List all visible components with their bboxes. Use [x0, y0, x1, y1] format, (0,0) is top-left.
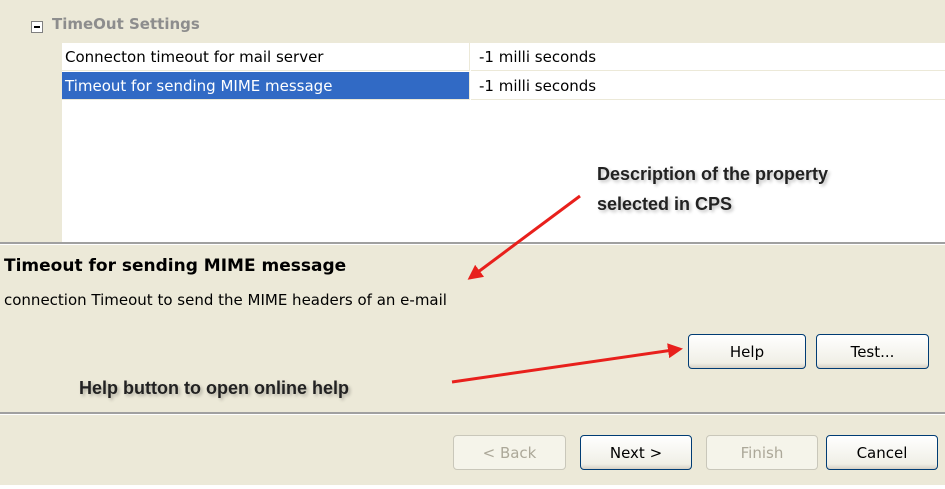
help-callout: Help button to open online help	[79, 378, 349, 398]
next-button[interactable]: Next >	[580, 435, 692, 470]
help-button[interactable]: Help	[688, 334, 806, 369]
back-button[interactable]: < Back	[453, 435, 566, 470]
collapse-icon[interactable]	[31, 21, 43, 33]
property-name[interactable]: Connecton timeout for mail server	[62, 43, 470, 71]
property-row-connection-timeout[interactable]: Connecton timeout for mail server -1 mil…	[62, 43, 945, 72]
property-value[interactable]: -1 milli seconds	[471, 43, 945, 71]
category-row[interactable]: TimeOut Settings	[0, 0, 945, 43]
test-button[interactable]: Test...	[816, 334, 929, 369]
wizard-divider	[0, 412, 945, 415]
property-name-selected[interactable]: Timeout for sending MIME message	[62, 72, 470, 100]
description-callout-line2: selected in CPS	[597, 194, 733, 214]
sheet-divider[interactable]	[0, 242, 945, 245]
category-label: TimeOut Settings	[52, 15, 200, 33]
finish-button[interactable]: Finish	[706, 435, 818, 470]
arrow-to-help-button	[451, 343, 683, 384]
window-bottom-edge	[0, 485, 945, 489]
description-text: connection Timeout to send the MIME head…	[4, 291, 447, 309]
cancel-button[interactable]: Cancel	[826, 435, 938, 470]
property-value[interactable]: -1 milli seconds	[471, 72, 945, 100]
description-callout-line1: Description of the property	[597, 164, 829, 184]
property-row-mime-timeout[interactable]: Timeout for sending MIME message -1 mill…	[62, 72, 945, 101]
description-title: Timeout for sending MIME message	[4, 256, 347, 276]
